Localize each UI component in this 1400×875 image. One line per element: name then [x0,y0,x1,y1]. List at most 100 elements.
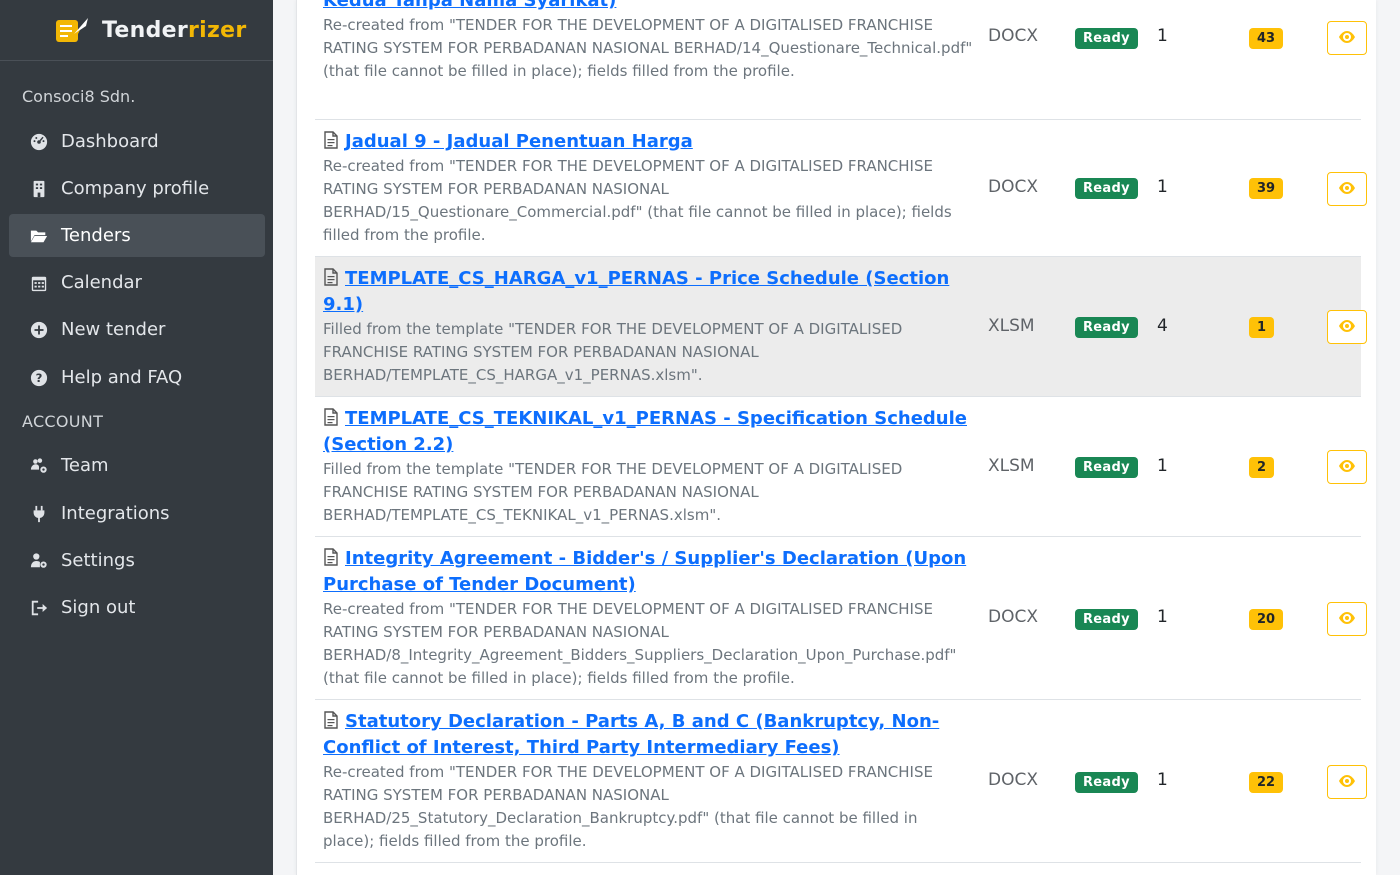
sign-out-icon [29,598,49,618]
fields-count-badge: 43 [1249,28,1284,49]
document-cell: TEMPLATE_CS_HARGA_v1_PERNAS - Price Sche… [323,266,973,387]
sidebar-item-dashboard[interactable]: Dashboard [9,120,265,163]
view-document-button[interactable] [1327,602,1367,636]
item-count: 1 [1157,26,1168,46]
item-count: 1 [1157,770,1168,790]
fields-count-badge: 22 [1249,772,1284,793]
plus-circle-icon [29,320,49,340]
question-circle-icon: ? [29,368,49,388]
document-description: Re-created from "TENDER FOR THE DEVELOPM… [323,600,957,687]
sidebar: Tenderrizer Consoci8 Sdn. Dashboard Comp… [0,0,273,875]
tenderrizer-logo-icon [50,14,90,46]
status-badge: Ready [1075,772,1138,793]
view-document-button[interactable] [1327,450,1367,484]
brand-name-part2: rizer [188,17,247,43]
file-type: XLSM [988,316,1035,336]
file-type: DOCX [988,607,1038,627]
dashboard-icon [29,132,49,152]
eye-icon [1338,29,1356,48]
file-type: XLSM [988,456,1035,476]
sidebar-item-label: Dashboard [61,131,159,152]
document-title-text: TEMPLATE_CS_HARGA_v1_PERNAS - Price Sche… [323,268,950,315]
document-title-link[interactable]: Statutory Declaration - Parts A, B and C… [323,709,973,761]
sidebar-item-sign-out[interactable]: Sign out [9,586,265,629]
document-title-link[interactable]: Integrity Agreement - Bidder's / Supplie… [323,546,973,598]
view-document-button[interactable] [1327,310,1367,344]
account-section-label: ACCOUNT [22,412,104,431]
svg-text:?: ? [36,371,43,385]
table-row: Jadual 9 - Jadual Penentuan Harga Re-cre… [315,120,1367,257]
organization-name: Consoci8 Sdn. [22,87,136,106]
view-document-button[interactable] [1327,172,1367,206]
eye-icon [1338,610,1356,629]
view-document-button[interactable] [1327,765,1367,799]
sidebar-item-label: Company profile [61,178,210,199]
sidebar-item-label: Team [61,455,109,476]
document-cell: Jadual 9 - Jadual Penentuan Harga Re-cre… [323,129,973,247]
brand-name: Tenderrizer [102,18,246,43]
sidebar-item-team[interactable]: Team [9,444,265,487]
documents-table-card: Kedua Tanpa Nama Syarikat) Re-created fr… [296,0,1376,875]
table-row: Integrity Agreement - Bidder's / Supplie… [315,537,1367,700]
file-icon [323,268,339,286]
status-badge: Ready [1075,609,1138,630]
document-cell: Integrity Agreement - Bidder's / Supplie… [323,546,973,690]
document-cell: Kedua Tanpa Nama Syarikat) Re-created fr… [323,0,973,83]
eye-icon [1338,180,1356,199]
sidebar-item-help-faq[interactable]: ? Help and FAQ [9,356,265,399]
sidebar-item-calendar[interactable]: Calendar [9,261,265,304]
building-icon [29,179,49,199]
file-type: DOCX [988,26,1038,46]
sidebar-item-company-profile[interactable]: Company profile [9,167,265,210]
eye-icon [1338,773,1356,792]
document-title-text: Statutory Declaration - Parts A, B and C… [323,711,940,758]
sidebar-item-label: Help and FAQ [61,367,183,388]
sidebar-item-settings[interactable]: Settings [9,539,265,582]
document-description: Filled from the template "TENDER FOR THE… [323,320,903,384]
table-row: TEMPLATE_CS_TEKNIKAL_v1_PERNAS - Specifi… [315,397,1367,537]
sidebar-item-label: Settings [61,550,135,571]
file-type: DOCX [988,177,1038,197]
document-title-link[interactable]: Kedua Tanpa Nama Syarikat) [323,0,973,14]
table-row: TEMPLATE_CS_HARGA_v1_PERNAS - Price Sche… [315,257,1367,397]
sidebar-item-label: Calendar [61,272,142,293]
document-title-link[interactable]: TEMPLATE_CS_HARGA_v1_PERNAS - Price Sche… [323,266,973,318]
user-cog-icon [29,551,49,571]
folder-open-icon [29,226,49,246]
file-type: DOCX [988,770,1038,790]
sidebar-item-tenders[interactable]: Tenders [9,214,265,257]
brand-name-part1: Tender [102,17,188,43]
status-badge: Ready [1075,317,1138,338]
file-icon [323,711,339,729]
plug-icon [29,504,49,524]
document-title-text: Integrity Agreement - Bidder's / Supplie… [323,548,967,595]
brand[interactable]: Tenderrizer [0,0,273,61]
fields-count-badge: 1 [1249,317,1275,338]
eye-icon [1338,458,1356,477]
document-description: Re-created from "TENDER FOR THE DEVELOPM… [323,16,973,80]
sidebar-item-new-tender[interactable]: New tender [9,308,265,351]
file-icon [323,548,339,566]
item-count: 1 [1157,177,1168,197]
document-title-text: Jadual 9 - Jadual Penentuan Harga [345,131,693,152]
document-title-text: TEMPLATE_CS_TEKNIKAL_v1_PERNAS - Specifi… [323,408,967,455]
status-badge: Ready [1075,28,1138,49]
fields-count-badge: 39 [1249,178,1284,199]
table-row: Kedua Tanpa Nama Syarikat) Re-created fr… [315,0,1367,120]
document-title-link[interactable]: Jadual 9 - Jadual Penentuan Harga [323,129,973,155]
fields-count-badge: 20 [1249,609,1284,630]
sidebar-item-integrations[interactable]: Integrations [9,492,265,535]
sidebar-item-label: Tenders [61,225,131,246]
document-title-link[interactable]: TEMPLATE_CS_TEKNIKAL_v1_PERNAS - Specifi… [323,406,973,458]
sidebar-item-label: New tender [61,319,166,340]
view-document-button[interactable] [1327,21,1367,55]
fields-count-badge: 2 [1249,457,1275,478]
document-cell: TEMPLATE_CS_TEKNIKAL_v1_PERNAS - Specifi… [323,406,973,527]
item-count: 4 [1157,316,1168,336]
file-icon [323,131,339,149]
item-count: 1 [1157,607,1168,627]
status-badge: Ready [1075,178,1138,199]
sidebar-item-label: Integrations [61,503,170,524]
document-description: Re-created from "TENDER FOR THE DEVELOPM… [323,157,952,244]
document-description: Re-created from "TENDER FOR THE DEVELOPM… [323,763,933,850]
